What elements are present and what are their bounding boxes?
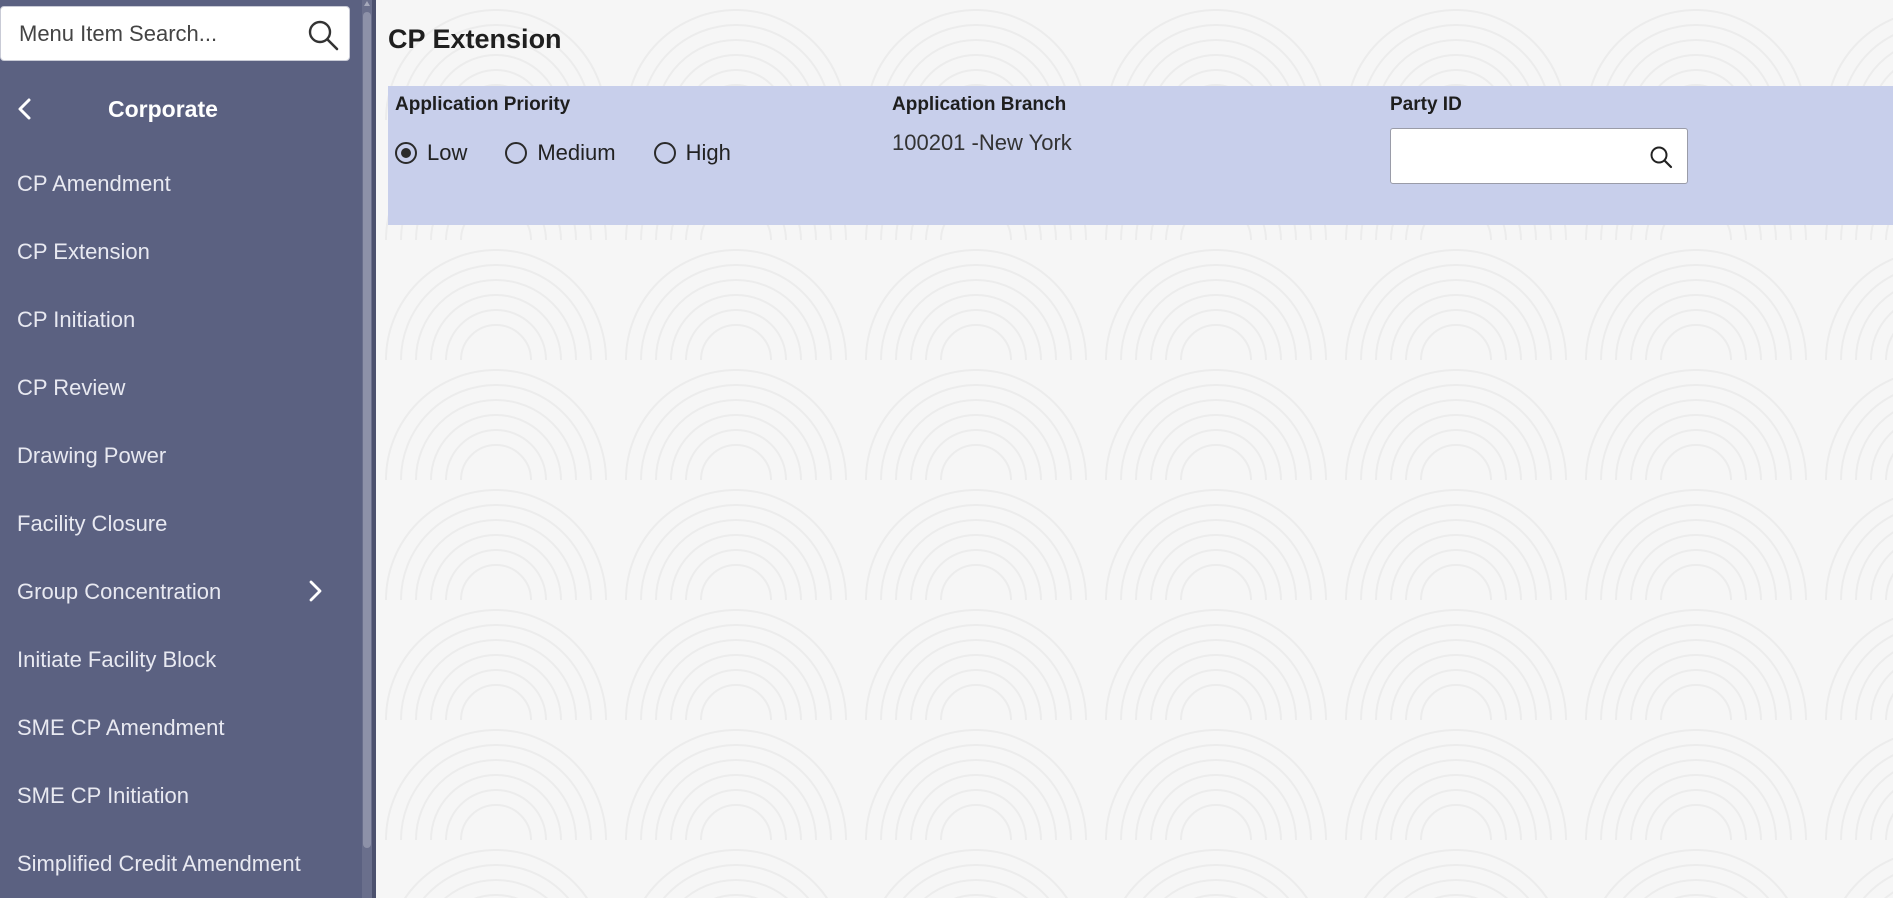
party-id-label: Party ID [1390,94,1462,115]
sidebar-title: Corporate [108,96,218,122]
sidebar-item-label: Initiate Facility Block [17,647,217,672]
sidebar-item-cp-review[interactable]: CP Review [0,354,360,422]
sidebar-item-label: SME CP Initiation [17,783,190,808]
sidebar-item-initiate-facility-block[interactable]: Initiate Facility Block [0,626,360,694]
sidebar-item-label: CP Review [17,375,126,400]
radio-label: High [685,140,731,165]
sidebar-item-label: Simplified Credit Amendment [17,851,301,876]
menu-search-box [0,6,350,61]
sidebar-item-label: Drawing Power [17,443,167,468]
sidebar-item-label: Group Concentration [17,579,222,604]
sidebar-item-cp-amendment[interactable]: CP Amendment [0,150,360,218]
search-icon[interactable] [1649,145,1673,169]
application-branch-label: Application Branch [892,94,1067,115]
priority-radio-high[interactable]: High [653,140,731,166]
sidebar-item-cp-initiation[interactable]: CP Initiation [0,286,360,354]
sidebar-item-simplified-credit-amendment[interactable]: Simplified Credit Amendment [0,830,360,898]
sidebar-item-label: SME CP Amendment [17,715,225,740]
radio-label: Low [427,140,468,165]
sidebar: Corporate CP Amendment CP Extension CP I… [0,0,376,898]
application-priority-radio-group: Low Medium High [395,140,769,166]
app-root: Corporate CP Amendment CP Extension CP I… [0,0,1893,898]
sidebar-item-label: Facility Closure [17,511,168,536]
chevron-left-icon[interactable] [12,96,38,122]
sidebar-menu: CP Amendment CP Extension CP Initiation … [0,150,360,898]
radio-button[interactable] [653,142,676,164]
sidebar-item-label: CP Amendment [17,171,171,196]
page-title: CP Extension [388,24,562,54]
party-id-input[interactable] [1391,129,1631,183]
application-details-panel: Application Priority Low Medium High App… [388,86,1893,225]
sidebar-scroll-thumb[interactable] [363,12,371,848]
sidebar-item-drawing-power[interactable]: Drawing Power [0,422,360,490]
main-content: CP Extension Application Priority Low Me… [376,0,1893,898]
scroll-up-arrow-icon[interactable] [364,0,370,8]
sidebar-item-facility-closure[interactable]: Facility Closure [0,490,360,558]
menu-search-input[interactable] [1,7,291,60]
sidebar-item-label: CP Initiation [17,307,136,332]
radio-button-checked[interactable] [395,142,417,164]
chevron-right-icon [309,580,322,602]
party-id-field [1390,128,1688,184]
radio-button[interactable] [505,142,528,164]
sidebar-header: Corporate [0,88,350,132]
sidebar-item-cp-extension[interactable]: CP Extension [0,218,360,286]
sidebar-scrollbar[interactable] [362,0,372,898]
application-priority-label: Application Priority [395,94,571,115]
search-icon[interactable] [307,19,339,51]
radio-label: Medium [537,140,616,165]
application-branch-value: 100201 -New York [892,130,1072,155]
sidebar-item-sme-cp-initiation[interactable]: SME CP Initiation [0,762,360,830]
priority-radio-low[interactable]: Low [395,140,467,166]
priority-radio-medium[interactable]: Medium [505,140,616,166]
sidebar-item-group-concentration[interactable]: Group Concentration [0,558,360,626]
sidebar-item-sme-cp-amendment[interactable]: SME CP Amendment [0,694,360,762]
sidebar-item-label: CP Extension [17,239,150,264]
